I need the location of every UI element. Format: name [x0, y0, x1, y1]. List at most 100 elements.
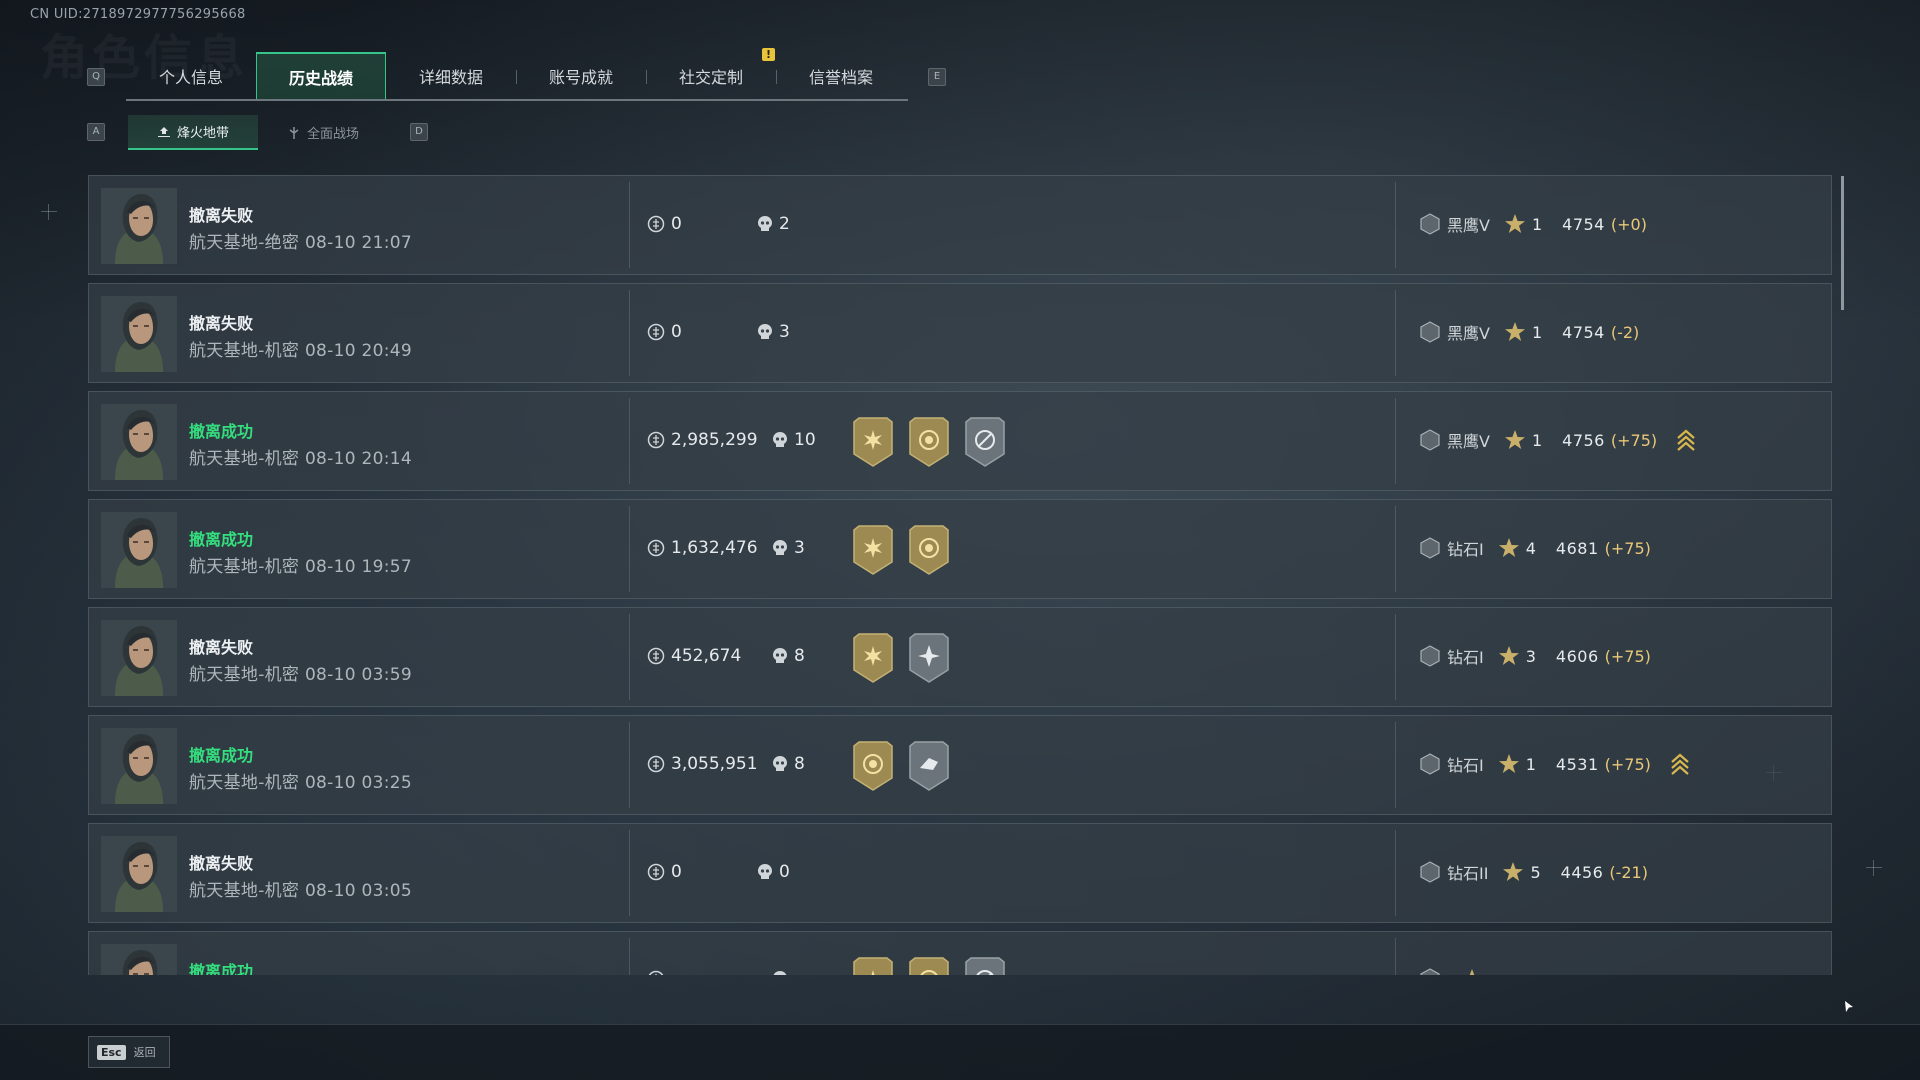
operator-avatar [101, 296, 177, 372]
silver-burst-badge-icon[interactable] [907, 632, 951, 684]
rank-info: 钻石I 3 4606 (+75) [1419, 644, 1651, 668]
gold-coin-badge-icon[interactable] [907, 524, 951, 576]
extraction-result: 撤离成功 [189, 746, 254, 765]
next-subtab-key[interactable]: D [410, 123, 428, 141]
operator-avatar [101, 404, 177, 480]
match-row[interactable]: 撤离失败 航天基地-绝密 08-10 21:07 0 2 黑鹰V 1 4754 … [88, 175, 1832, 275]
match-badges [851, 956, 1007, 975]
skull-icon [758, 216, 772, 231]
divider [629, 614, 630, 700]
rank-name: 钻石I [1447, 648, 1484, 667]
gold-sun-badge-icon[interactable] [851, 956, 895, 975]
rank-score: 4681 [1555, 538, 1599, 558]
gold-coin-badge-icon[interactable] [907, 956, 951, 975]
warfare-mode-icon [289, 126, 299, 139]
prev-tab-key[interactable]: Q [87, 68, 105, 86]
operator-avatar [101, 512, 177, 588]
coin-icon [647, 755, 665, 773]
tab-detailed-data[interactable]: 详细数据 [386, 52, 516, 99]
gold-sun-badge-icon[interactable] [851, 632, 895, 684]
coin-icon [647, 539, 665, 557]
loot-value-text: 0 [671, 862, 682, 882]
gold-coin-badge-icon[interactable] [851, 740, 895, 792]
match-badges [851, 740, 951, 792]
match-row[interactable]: 撤离失败 航天基地-机密 08-10 20:49 0 3 黑鹰V 1 4754 … [88, 283, 1832, 383]
match-row[interactable]: 撤离失败 航天基地-机密 08-10 03:05 0 0 钻石II 5 4456… [88, 823, 1832, 923]
divider [1395, 182, 1396, 268]
crosshair-deco [41, 204, 57, 220]
kill-count-text: 8 [794, 646, 805, 666]
gold-coin-badge-icon[interactable] [907, 416, 951, 468]
rank-delta: (+75) [1604, 538, 1651, 558]
tab-achievements[interactable]: 账号成就 [516, 52, 646, 99]
star-icon [1504, 430, 1525, 449]
silver-hand-badge-icon[interactable] [907, 740, 951, 792]
loot-value-text: 0 [671, 322, 682, 342]
match-row[interactable]: 撤离成功 [88, 931, 1832, 975]
coin-icon [647, 215, 665, 233]
tab-match-history[interactable]: 历史战绩 [256, 52, 386, 99]
match-row[interactable]: 撤离成功 航天基地-机密 08-10 20:14 2,985,299 10 黑鹰… [88, 391, 1832, 491]
rank-name: 黑鹰V [1447, 216, 1490, 235]
divider [1395, 614, 1396, 700]
divider [629, 506, 630, 592]
prev-subtab-key[interactable]: A [87, 123, 105, 141]
skull-icon [773, 756, 787, 771]
loot-value-text: 452,674 [671, 646, 742, 666]
match-badges [851, 416, 1007, 468]
match-row[interactable]: 撤离成功 航天基地-机密 08-10 03:25 3,055,951 8 钻石I… [88, 715, 1832, 815]
list-scrollbar[interactable] [1841, 176, 1844, 310]
divider [1395, 290, 1396, 376]
next-tab-key[interactable]: E [928, 68, 946, 86]
star-icon [1504, 214, 1525, 233]
rank-score: 4754 [1562, 214, 1605, 234]
kill-count: 10 [772, 430, 816, 450]
divider [1395, 830, 1396, 916]
gold-sun-badge-icon[interactable] [851, 416, 895, 468]
extraction-result: 撤离失败 [189, 638, 254, 657]
rank-delta: (+75) [1604, 754, 1651, 774]
gold-sun-badge-icon[interactable] [851, 524, 895, 576]
match-badges [851, 632, 951, 684]
kill-count-text: 3 [794, 538, 805, 558]
rank-stars: 5 [1530, 862, 1541, 882]
silver-compass-badge-icon[interactable] [963, 416, 1007, 468]
rank-name: 钻石I [1447, 540, 1484, 559]
divider [629, 290, 630, 376]
map-and-time: 航天基地-机密 08-10 03:59 [189, 665, 413, 685]
divider [629, 830, 630, 916]
coin-icon [647, 647, 665, 665]
kill-count: 8 [772, 754, 805, 774]
back-button[interactable]: Esc 返回 [88, 1036, 170, 1068]
rank-name: 钻石I [1447, 756, 1484, 775]
rank-emblem-icon [1420, 861, 1440, 883]
silver-compass-badge-icon[interactable] [963, 956, 1007, 975]
rank-delta: (+75) [1610, 430, 1658, 450]
loot-value-text: 3,055,951 [671, 754, 758, 774]
skull-icon [758, 324, 772, 339]
loot-value: 2,985,299 [647, 430, 758, 450]
tab-personal-info[interactable]: 个人信息 [126, 52, 256, 99]
match-row[interactable]: 撤离失败 航天基地-机密 08-10 03:59 452,674 8 钻石I 3… [88, 607, 1832, 707]
crosshair-deco [1866, 860, 1882, 876]
subtab-label: 烽火地带 [176, 126, 229, 141]
skull-icon [773, 971, 787, 975]
rank-info: 黑鹰V 1 4756 (+75) [1419, 428, 1695, 452]
rank-emblem-icon [1420, 321, 1440, 343]
rank-emblem-icon [1420, 645, 1440, 667]
extraction-result: 撤离成功 [189, 530, 254, 549]
rank-delta: (-21) [1609, 862, 1648, 882]
subtab-warfare[interactable]: 全面战场 [258, 115, 388, 150]
tab-reputation[interactable]: 信誉档案 [776, 52, 906, 99]
tab-social[interactable]: 社交定制 [646, 52, 776, 99]
map-and-time: 航天基地-机密 08-10 03:25 [189, 773, 413, 793]
match-row[interactable]: 撤离成功 航天基地-机密 08-10 19:57 1,632,476 3 钻石I… [88, 499, 1832, 599]
map-and-time: 航天基地-绝密 08-10 21:07 [189, 233, 413, 253]
rank-emblem-icon [1420, 753, 1440, 775]
kill-count: 0 [757, 862, 790, 882]
kill-count: 3 [757, 322, 790, 342]
rank-emblem-icon [1420, 429, 1440, 451]
match-history-list: 撤离失败 航天基地-绝密 08-10 21:07 0 2 黑鹰V 1 4754 … [88, 175, 1832, 975]
loot-value: 0 [647, 322, 682, 342]
subtab-operations[interactable]: 烽火地带 [128, 115, 258, 150]
